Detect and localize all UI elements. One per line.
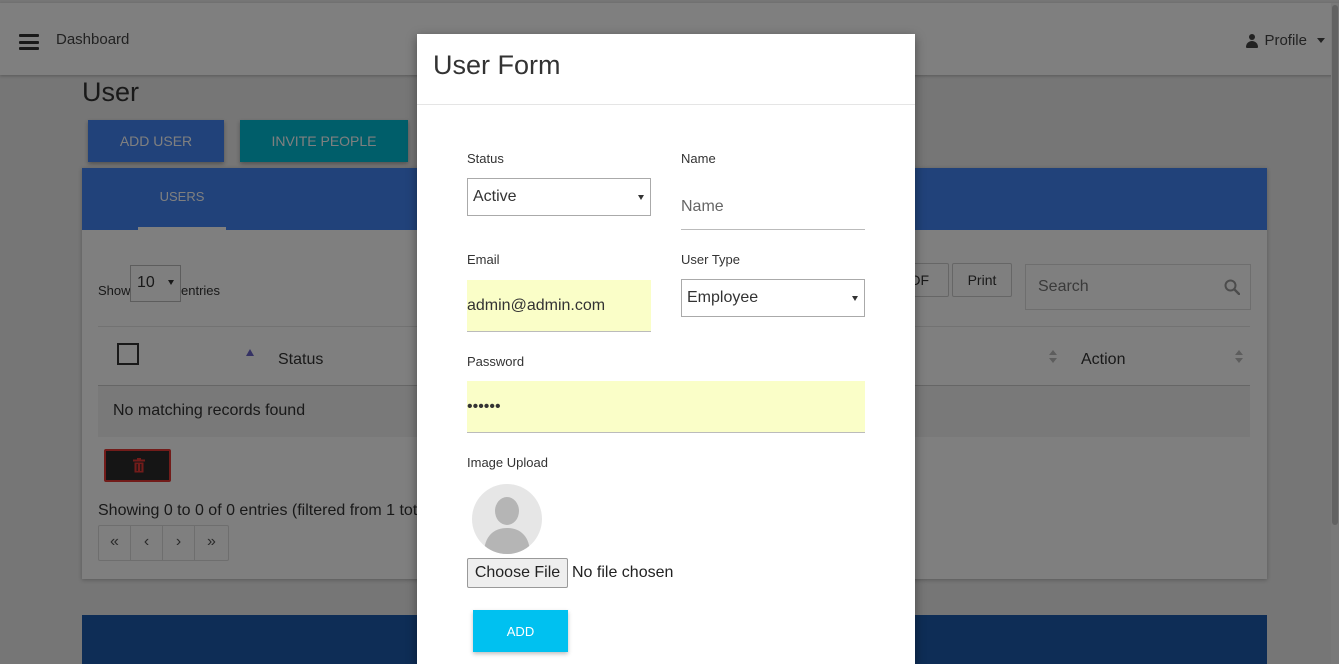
modal-title: User Form bbox=[433, 50, 561, 80]
name-label: Name bbox=[681, 151, 716, 166]
status-select[interactable]: Active bbox=[467, 178, 651, 216]
user-type-label: User Type bbox=[681, 252, 741, 267]
avatar-placeholder-icon bbox=[472, 484, 542, 554]
name-input[interactable] bbox=[681, 184, 865, 230]
choose-file-button[interactable]: Choose File bbox=[467, 558, 568, 588]
password-label: Password bbox=[467, 354, 525, 369]
user-form-modal: User Form Status Active Name Email User … bbox=[417, 34, 915, 664]
user-type-value: Employee bbox=[687, 289, 759, 306]
status-value: Active bbox=[473, 188, 517, 205]
image-upload-label: Image Upload bbox=[467, 455, 548, 470]
email-label: Email bbox=[467, 252, 500, 267]
password-input[interactable] bbox=[467, 381, 865, 433]
status-label: Status bbox=[467, 151, 504, 166]
add-button[interactable]: ADD bbox=[473, 610, 568, 652]
chevron-down-icon bbox=[852, 296, 858, 301]
email-input[interactable] bbox=[467, 280, 651, 332]
chevron-down-icon bbox=[638, 195, 644, 200]
modal-header: User Form bbox=[417, 34, 915, 105]
no-file-text: No file chosen bbox=[572, 564, 674, 581]
avatar-silhouette bbox=[484, 497, 530, 554]
user-type-select[interactable]: Employee bbox=[681, 279, 865, 317]
